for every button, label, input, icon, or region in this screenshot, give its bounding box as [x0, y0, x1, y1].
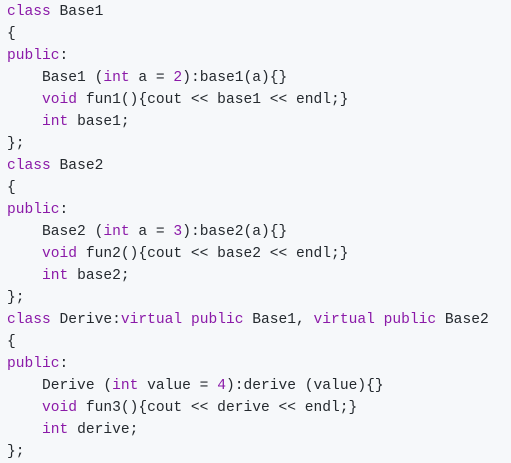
code-text-token: Base2 (: [7, 224, 104, 240]
code-text-token: Base2: [436, 312, 489, 328]
code-text-token: Base2: [50, 158, 104, 174]
code-line: void fun1(){cout << base1 << endl;}: [7, 89, 511, 111]
keyword-token: void: [42, 246, 78, 262]
number-token: 4: [217, 378, 226, 394]
keyword-token: class: [7, 4, 51, 20]
keyword-token: int: [103, 224, 130, 240]
code-line: };: [7, 441, 511, 463]
code-text-token: Derive (: [7, 378, 113, 394]
code-line: {: [7, 177, 511, 199]
code-text-token: fun3(){cout << derive << endl;}: [77, 400, 358, 416]
code-line: class Base2: [7, 155, 511, 177]
number-token: 3: [173, 224, 183, 240]
keyword-token: int: [42, 422, 69, 438]
code-text-token: a =: [129, 70, 174, 86]
keyword-token: int: [112, 378, 139, 394]
code-line: void fun3(){cout << derive << endl;}: [7, 397, 511, 419]
code-text-token: ):derive (value){}: [225, 378, 384, 394]
number-token: 2: [173, 70, 183, 86]
code-line: {: [7, 23, 511, 45]
keyword-token: int: [103, 70, 130, 86]
code-text-token: Base1: [50, 4, 104, 20]
code-line: Derive (int value = 4):derive (value){}: [7, 375, 511, 397]
code-line: Base1 (int a = 2):base1(a){}: [7, 67, 511, 89]
code-line: int base1;: [7, 111, 511, 133]
code-text-token: fun2(){cout << base2 << endl;}: [77, 246, 349, 262]
code-text-token: :: [59, 356, 69, 372]
keyword-token: int: [42, 114, 69, 130]
code-line: public:: [7, 199, 511, 221]
code-text-token: :: [59, 202, 69, 218]
keyword-token: public: [7, 202, 60, 218]
code-text-token: base1;: [68, 114, 130, 130]
code-text-token: };: [7, 290, 25, 306]
code-line: Base2 (int a = 3):base2(a){}: [7, 221, 511, 243]
code-text-token: a =: [129, 224, 174, 240]
keyword-token: class: [7, 158, 51, 174]
code-text-token: {: [7, 334, 16, 350]
keyword-token: virtual: [120, 312, 183, 328]
code-line: {: [7, 331, 511, 353]
code-text-token: Base1,: [243, 312, 314, 328]
code-text-token: Base1 (: [7, 70, 104, 86]
code-text-token: };: [7, 444, 25, 460]
keyword-token: class: [7, 312, 51, 328]
keyword-token: void: [42, 92, 78, 108]
keyword-token: int: [42, 268, 69, 284]
code-text-token: fun1(){cout << base1 << endl;}: [77, 92, 349, 108]
keyword-token: virtual: [313, 312, 375, 328]
keyword-token: void: [42, 400, 78, 416]
keyword-token: public: [7, 48, 60, 64]
code-text-token: base2;: [68, 268, 130, 284]
code-text-token: };: [7, 136, 25, 152]
code-text-token: ):base2(a){}: [182, 224, 288, 240]
code-line: int derive;: [7, 419, 511, 441]
keyword-token: public: [7, 356, 60, 372]
code-line: };: [7, 287, 511, 309]
code-text-token: value =: [138, 378, 218, 394]
code-text-token: ):base1(a){}: [182, 70, 288, 86]
code-text-token: :: [59, 48, 69, 64]
code-text-token: {: [7, 26, 16, 42]
code-line: class Derive:virtual public Base1, virtu…: [7, 309, 511, 331]
code-text-token: {: [7, 180, 16, 196]
code-text-token: Derive:: [50, 312, 121, 328]
keyword-token: public: [383, 312, 437, 328]
code-line: };: [7, 133, 511, 155]
code-line: public:: [7, 353, 511, 375]
code-block: class Base1{public: Base1 (int a = 2):ba…: [0, 0, 511, 463]
code-line: class Base1: [7, 1, 511, 23]
keyword-token: public: [190, 312, 244, 328]
code-line: void fun2(){cout << base2 << endl;}: [7, 243, 511, 265]
code-line: int base2;: [7, 265, 511, 287]
code-text-token: derive;: [68, 422, 139, 438]
code-line: public:: [7, 45, 511, 67]
